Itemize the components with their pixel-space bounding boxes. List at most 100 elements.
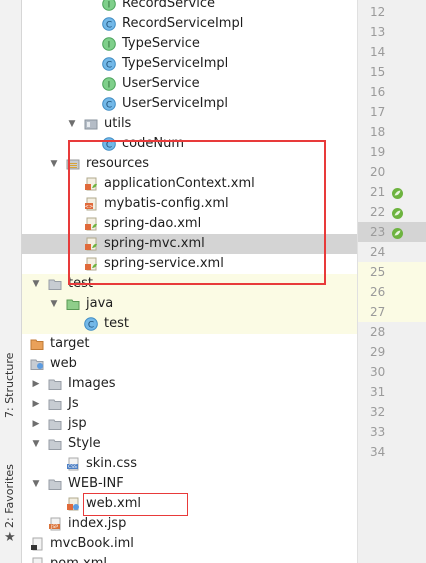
collapse-arrow-icon[interactable]: ▶ [30,374,42,394]
tree-item-label: index.jsp [68,516,127,531]
tree-row[interactable]: C UserServiceImpl [22,94,357,114]
tree-row[interactable]: web.xml [22,494,357,514]
tree-row[interactable]: m pom.xml [22,554,357,563]
maven-icon: m [30,557,44,563]
line-number: 19 [370,145,386,159]
svg-text:CSS: CSS [68,464,77,470]
line-number: 21 [370,185,386,199]
collapse-arrow-icon[interactable]: ▶ [22,334,24,354]
editor-gutter: 12 13 14 15 16 17 18 19 20 21 22 23 24 25 26 27 28 29 30 31… [357,0,426,563]
resources-highlight-box [68,140,326,285]
tree-row[interactable]: CSS skin.css [22,454,357,474]
line-number: 25 [370,265,386,279]
tree-item-label: java [86,296,114,311]
tree-row[interactable]: ▼ utils [22,114,357,134]
tree-item-label: web [50,356,77,371]
gutter-line: 29 [358,342,426,362]
gutter-line: 25 [358,262,426,282]
expand-arrow-icon[interactable]: ▼ [30,434,42,454]
spring-bean-gutter-icon[interactable] [391,225,404,239]
interface-icon: I [102,77,116,91]
tree-item-label: WEB-INF [68,476,124,491]
tree-row[interactable]: ▶ Images [22,374,357,394]
gutter-line: 16 [358,82,426,102]
gutter-line: 12 [358,2,426,22]
line-number: 14 [370,45,386,59]
svg-text:C: C [106,61,112,71]
gutter-line: 24 [358,242,426,262]
gutter-line: 34 [358,442,426,462]
class-icon: C [102,97,116,111]
tree-row[interactable]: ▼ java [22,294,357,314]
svg-text:JSP: JSP [50,524,58,530]
web-xml-icon [66,497,80,511]
svg-text:I: I [108,81,111,91]
line-number: 22 [370,205,386,219]
tree-row[interactable]: Ctest [22,314,357,334]
tree-row[interactable]: ▼ web [22,354,357,374]
favorites-tab[interactable]: 2: Favorites [3,464,16,528]
tree-row[interactable]: I RecordService [22,0,357,14]
tree-row[interactable]: ▶ Js [22,394,357,414]
tree-item-label: utils [104,116,132,131]
folder-icon [48,437,62,451]
tree-row[interactable]: I TypeService [22,34,357,54]
spring-bean-gutter-icon[interactable] [391,185,404,199]
svg-text:C: C [88,321,94,331]
structure-tab[interactable]: 7: Structure [3,353,16,418]
folder-icon [48,397,62,411]
line-number: 26 [370,285,386,299]
line-number: 33 [370,425,386,439]
gutter-line: 33 [358,422,426,442]
line-number: 18 [370,125,386,139]
gutter-line: 20 [358,162,426,182]
svg-text:I: I [108,41,111,51]
expand-arrow-icon[interactable]: ▼ [48,154,60,174]
test-source-folder-icon [66,297,80,311]
line-number: 28 [370,325,386,339]
svg-text:C: C [106,101,112,111]
tree-item-label: target [50,336,90,351]
folder-icon [48,417,62,431]
line-number: 30 [370,365,386,379]
interface-icon: I [102,37,116,51]
spring-bean-gutter-icon[interactable] [391,205,404,219]
tree-row[interactable]: I UserService [22,74,357,94]
expand-arrow-icon[interactable]: ▼ [48,294,60,314]
tree-item-label: test [104,316,129,331]
package-icon [84,117,98,131]
line-number: 20 [370,165,386,179]
folder-icon [48,477,62,491]
iml-file-icon [30,537,44,551]
tree-item-label: RecordServiceImpl [122,16,244,31]
gutter-line: 28 [358,322,426,342]
tree-row[interactable]: ▼ Style [22,434,357,454]
gutter-line: 30 [358,362,426,382]
tree-item-label: Images [68,376,116,391]
gutter-line: 22 [358,202,426,222]
excluded-folder-icon [30,337,44,351]
tree-row[interactable]: mvcBook.iml [22,534,357,554]
tree-item-label: skin.css [86,456,137,471]
gutter-line: 23 [358,222,426,242]
tree-row[interactable]: C RecordServiceImpl [22,14,357,34]
tree-row[interactable]: ▶ target [22,334,357,354]
tree-row[interactable]: JSP index.jsp [22,514,357,534]
tree-row[interactable]: ▶ jsp [22,414,357,434]
collapse-arrow-icon[interactable]: ▶ [30,414,42,434]
expand-arrow-icon[interactable]: ▼ [30,274,42,294]
expand-arrow-icon[interactable]: ▼ [30,474,42,494]
collapse-arrow-icon[interactable]: ▶ [30,394,42,414]
tree-row[interactable]: C TypeServiceImpl [22,54,357,74]
gutter-line: 18 [358,122,426,142]
line-number: 23 [370,225,386,239]
gutter-line: 19 [358,142,426,162]
line-number: 32 [370,405,386,419]
gutter-line: 26 [358,282,426,302]
tree-row[interactable]: ▼ WEB-INF [22,474,357,494]
expand-arrow-icon[interactable]: ▼ [22,354,24,374]
gutter-line: 15 [358,62,426,82]
gutter-line: 14 [358,42,426,62]
interface-icon: I [102,0,116,11]
expand-arrow-icon[interactable]: ▼ [66,114,78,134]
